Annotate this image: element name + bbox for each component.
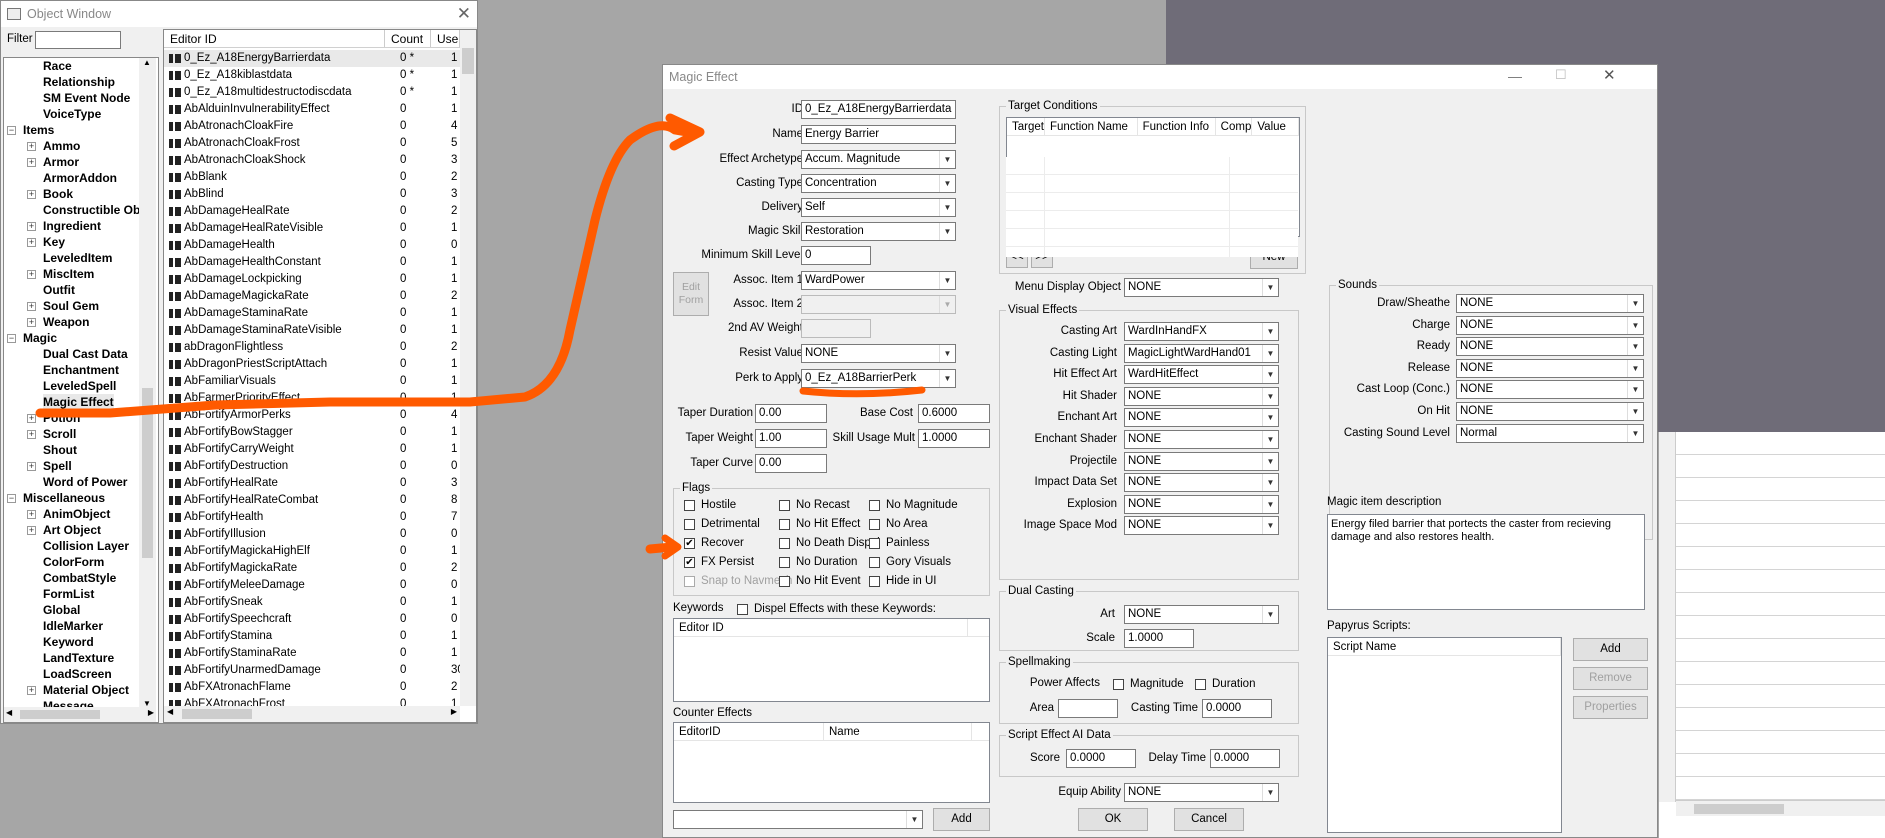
annotation-strokes — [35, 113, 926, 560]
annotation-underline-perk — [799, 386, 926, 398]
annotation-overlay — [35, 113, 926, 560]
annotation-arrow-path — [35, 121, 697, 418]
annotation-arrow-recover — [645, 542, 677, 554]
